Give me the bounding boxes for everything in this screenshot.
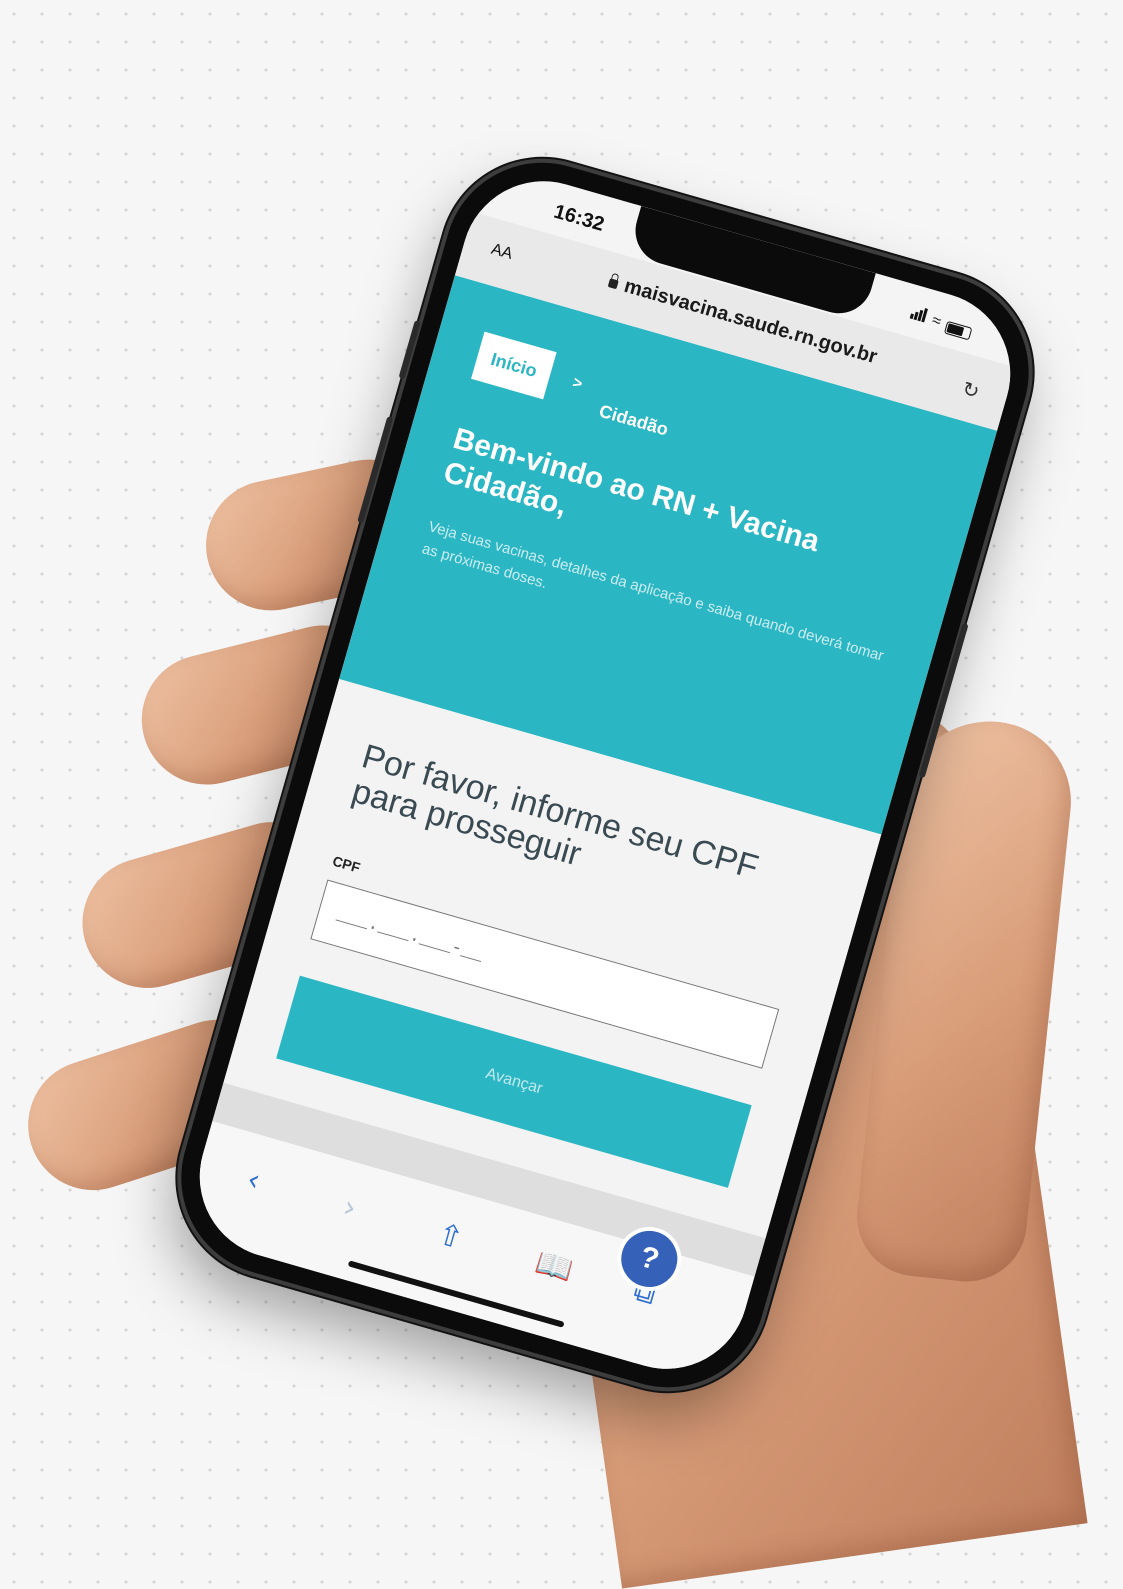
- text-size-button[interactable]: AA: [489, 241, 514, 264]
- lock-icon: [607, 278, 619, 290]
- status-time: 16:32: [551, 200, 607, 236]
- breadcrumb: Início > Cidadão: [469, 326, 681, 441]
- wifi-icon: ≈: [929, 311, 944, 331]
- home-indicator[interactable]: [347, 1260, 565, 1328]
- breadcrumb-home-link[interactable]: Início: [471, 331, 557, 400]
- breadcrumb-current: Cidadão: [596, 400, 671, 440]
- share-icon[interactable]: ⇧: [433, 1216, 467, 1257]
- breadcrumb-separator: >: [570, 373, 585, 393]
- chevron-left-icon[interactable]: ‹: [243, 1162, 264, 1199]
- cpf-label: CPF: [330, 852, 363, 876]
- status-icons: ≈: [909, 305, 975, 341]
- book-icon[interactable]: 📖: [531, 1245, 577, 1289]
- chevron-right-icon[interactable]: ›: [339, 1189, 360, 1226]
- signal-icon: [909, 305, 930, 328]
- reload-icon[interactable]: ↻: [959, 376, 982, 405]
- battery-icon: [943, 320, 973, 341]
- volume-up-button: [398, 320, 421, 380]
